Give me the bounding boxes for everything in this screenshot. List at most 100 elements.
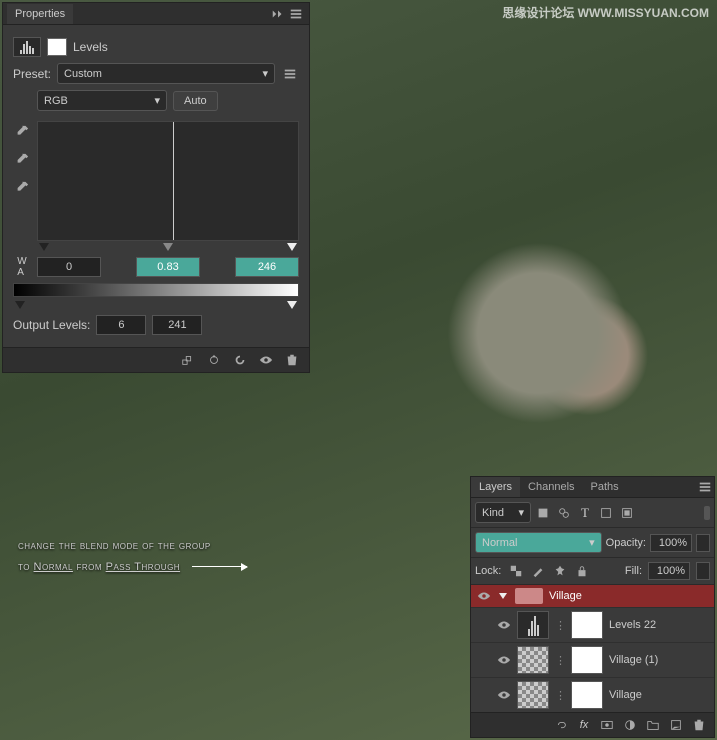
output-highlight-slider[interactable] [287,301,297,309]
chevron-down-icon: ▾ [154,94,160,107]
new-group-icon[interactable] [646,718,660,732]
properties-tab[interactable]: Properties [7,4,73,24]
layer-list: Village ⋮ Levels 22 ⋮ Village (1) ⋮ Vill… [471,585,714,712]
histogram[interactable] [37,121,299,241]
fill-label: Fill: [625,565,642,577]
output-gradient[interactable] [13,283,299,297]
link-icon[interactable]: ⋮ [555,619,565,632]
watermark: 思缘设计论坛 WWW.MISSYUAN.COM [502,4,709,21]
visibility-icon[interactable] [497,618,511,632]
channel-select[interactable]: RGB ▾ [37,90,167,111]
visibility-icon[interactable] [497,653,511,667]
lock-pixels-icon[interactable] [531,564,545,578]
link-layers-icon[interactable] [554,718,568,732]
panel-menu-icon[interactable] [289,7,303,21]
shadow-slider[interactable] [39,243,49,251]
panel-menu-icon[interactable] [698,480,712,494]
midtone-slider[interactable] [163,243,173,251]
output-sliders[interactable] [13,301,299,309]
adjustment-title: Levels [73,40,108,54]
channel-value: RGB [44,95,68,107]
lock-position-icon[interactable] [553,564,567,578]
lock-transparency-icon[interactable] [509,564,523,578]
layers-panel: Layers Channels Paths Kind ▾ T Normal ▾ … [470,476,715,738]
highlight-slider[interactable] [287,243,297,251]
link-icon[interactable]: ⋮ [555,689,565,702]
black-eyedropper-icon[interactable] [15,125,29,139]
layer-name[interactable]: Levels 22 [609,619,656,631]
group-name[interactable]: Village [549,590,582,602]
mask-thumb[interactable] [571,681,603,709]
input-midtone-field[interactable]: 0.83 [136,257,200,277]
opacity-scrub[interactable] [696,534,710,552]
fill-field[interactable]: 100% [648,562,690,580]
filter-shape-icon[interactable] [599,506,613,520]
opacity-field[interactable]: 100% [650,534,692,552]
mask-icon[interactable] [600,718,614,732]
annotation-line2: to Normal from Pass Through [18,557,468,578]
chevron-down-icon: ▾ [518,506,524,519]
chevron-down-icon: ▾ [262,67,268,80]
layer-row[interactable]: ⋮ Village (1) [471,642,714,677]
gray-eyedropper-icon[interactable] [15,153,29,167]
chevron-down-icon: ▾ [589,536,595,549]
white-eyedropper-icon[interactable] [15,181,29,195]
visibility-icon[interactable] [259,353,273,367]
visibility-icon[interactable] [477,589,491,603]
output-shadow-field[interactable]: 6 [96,315,146,335]
mask-thumb[interactable] [571,611,603,639]
filter-kind-select[interactable]: Kind ▾ [475,502,531,523]
blend-mode-value: Normal [482,537,517,549]
layer-row[interactable]: ⋮ Village [471,677,714,712]
channels-tab[interactable]: Channels [520,477,582,497]
disclosure-icon[interactable] [499,593,507,599]
output-highlight-field[interactable]: 241 [152,315,202,335]
tutorial-annotation: change the blend mode of the group to No… [18,536,468,578]
clip-icon[interactable] [181,353,195,367]
levels-adjustment-icon [13,37,41,57]
preset-label: Preset: [13,67,51,81]
folder-icon [515,588,543,604]
input-shadow-field[interactable]: 0 [37,257,101,277]
filter-pixel-icon[interactable] [536,506,550,520]
blend-mode-select[interactable]: Normal ▾ [475,532,602,553]
filter-adjustment-icon[interactable] [557,506,571,520]
adjustment-layer-icon[interactable] [623,718,637,732]
input-highlight-field[interactable]: 246 [235,257,299,277]
mask-thumb[interactable] [571,646,603,674]
link-icon[interactable]: ⋮ [555,654,565,667]
auto-button[interactable]: Auto [173,91,218,111]
new-layer-icon[interactable] [669,718,683,732]
layer-row[interactable]: ⋮ Levels 22 [471,607,714,642]
preset-select[interactable]: Custom ▾ [57,63,275,84]
layer-name[interactable]: Village [609,689,642,701]
filter-toggle[interactable] [704,506,710,520]
fill-scrub[interactable] [696,562,710,580]
wa-icon: WA [15,260,29,274]
collapse-icon[interactable] [271,7,285,21]
layer-name[interactable]: Village (1) [609,654,658,666]
group-row[interactable]: Village [471,585,714,607]
output-label: Output Levels: [13,318,90,332]
layer-thumb [517,646,549,674]
preset-value: Custom [64,68,102,80]
filter-kind-label: Kind [482,507,504,519]
properties-header: Properties [3,3,309,25]
output-shadow-slider[interactable] [15,301,25,309]
levels-thumb-icon [517,611,549,639]
filter-type-icon[interactable]: T [578,506,592,520]
preset-menu-icon[interactable] [283,67,297,81]
trash-icon[interactable] [692,718,706,732]
trash-icon[interactable] [285,353,299,367]
lock-all-icon[interactable] [575,564,589,578]
reset-icon[interactable] [233,353,247,367]
arrow-icon [192,566,247,567]
filter-smart-icon[interactable] [620,506,634,520]
fx-icon[interactable]: fx [577,718,591,732]
visibility-icon[interactable] [497,688,511,702]
layers-tab[interactable]: Layers [471,477,520,497]
mask-thumbnail[interactable] [47,38,67,56]
input-sliders[interactable] [37,243,299,251]
previous-state-icon[interactable] [207,353,221,367]
paths-tab[interactable]: Paths [583,477,627,497]
